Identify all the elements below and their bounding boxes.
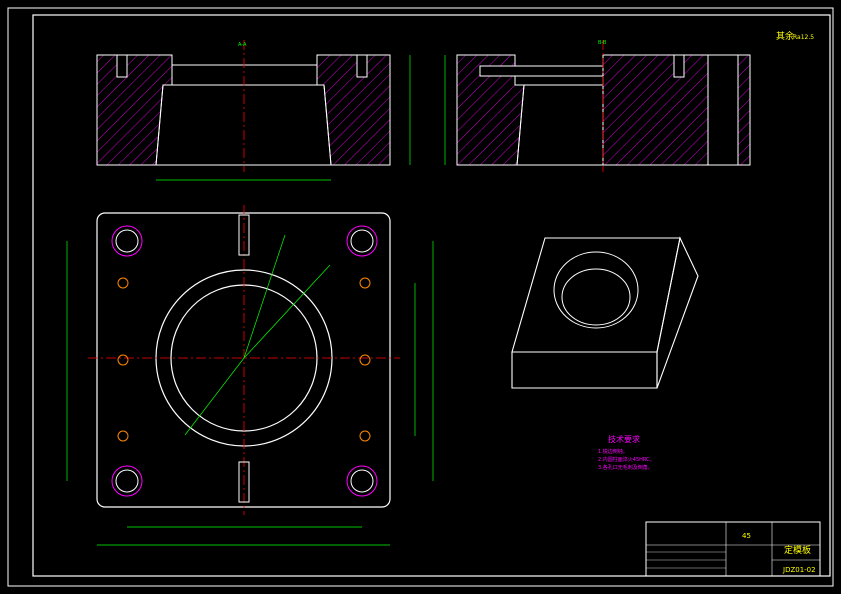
plan-outline (96, 212, 391, 508)
tech-req-title: 技术要求 (608, 434, 640, 444)
corner-roughness: Ra12.5 (793, 34, 814, 41)
iso-top (511, 237, 681, 353)
section-a-screw-hole-left (116, 54, 128, 78)
iso-bore-inner (561, 268, 631, 326)
section-a-counterbore (171, 55, 318, 66)
guide-hole (350, 229, 374, 253)
screw-hole (117, 277, 129, 289)
guide-holes (111, 225, 378, 497)
title-block-material: 45 (742, 532, 751, 540)
section-view-a-a: A-A (96, 40, 411, 181)
title-block-part-name: 定模板 (784, 544, 811, 556)
screw-hole (359, 430, 371, 442)
title-block: 定模板 45 JDZ01-02 (645, 521, 821, 577)
section-b-label: B-B (598, 40, 607, 46)
iso-front (511, 351, 658, 389)
section-a-bore-outline (155, 84, 332, 166)
isometric-view (511, 236, 699, 389)
guide-hole (350, 469, 374, 493)
cad-drawing-canvas: 其余 Ra12.5 A-A B-B 技术要求 1.锐边倒钝。 2.内圆柱面淬火4… (0, 0, 841, 594)
tech-req-line-1: 1.锐边倒钝。 (598, 448, 628, 455)
iso-side (656, 236, 699, 389)
drawing-sheet: 其余 Ra12.5 A-A B-B 技术要求 1.锐边倒钝。 2.内圆柱面淬火4… (7, 7, 834, 587)
screw-hole (117, 354, 129, 366)
section-view-b-b: B-B (444, 40, 751, 172)
guide-hole (115, 229, 139, 253)
tech-req-line-3: 3.各孔口无毛刺及倒角。 (598, 464, 653, 471)
section-b-bore-outline (516, 84, 604, 166)
screw-hole (117, 430, 129, 442)
plan-view (66, 205, 434, 546)
screw-hole (359, 354, 371, 366)
guide-hole (115, 469, 139, 493)
section-a-label: A-A (238, 42, 247, 48)
plan-leader-2 (184, 357, 245, 436)
section-a-screw-hole-right (356, 54, 368, 78)
plan-leader-1 (243, 264, 331, 359)
screw-hole (359, 277, 371, 289)
tech-req-line-2: 2.内圆柱面淬火45HRC。 (598, 456, 655, 463)
section-a-hatch-right (316, 54, 391, 166)
section-b-runner (479, 65, 604, 77)
tech-requirements: 技术要求 1.锐边倒钝。 2.内圆柱面淬火45HRC。 3.各孔口无毛刺及倒角。 (598, 434, 655, 471)
iso-bore-outer (553, 251, 639, 329)
title-block-drawing-number: JDZ01-02 (782, 566, 816, 574)
plan-leader-3 (243, 234, 286, 359)
section-b-screw-hole (673, 54, 685, 78)
section-b-guide-hole (707, 54, 739, 166)
corner-note: 其余 (776, 30, 794, 42)
